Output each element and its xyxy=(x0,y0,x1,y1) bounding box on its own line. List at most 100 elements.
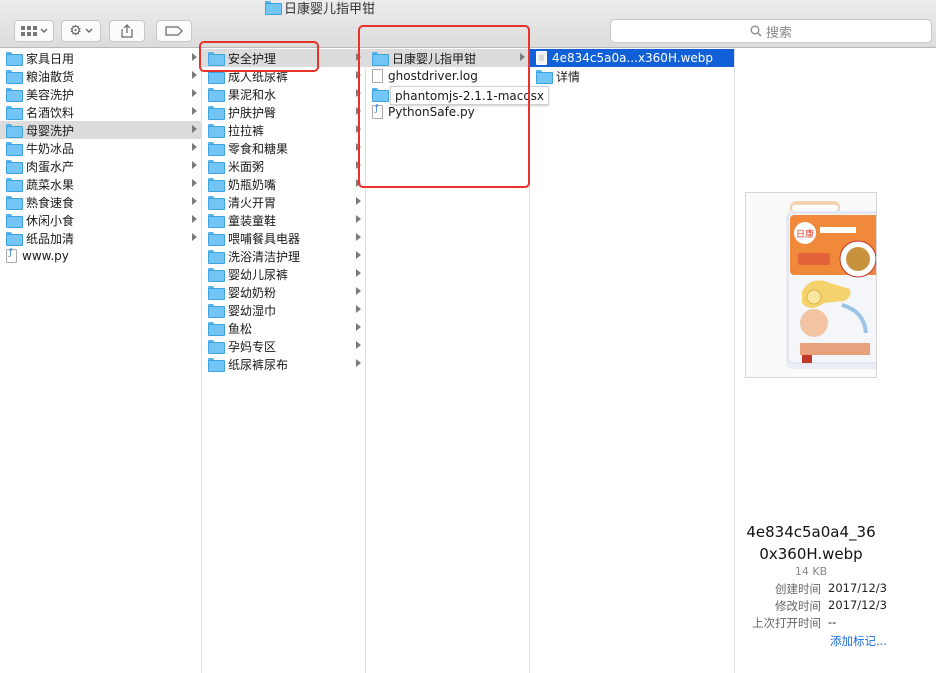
folder-row[interactable]: 牛奶冰品 xyxy=(0,139,201,157)
folder-row[interactable]: 家具日用 xyxy=(0,49,201,67)
disclosure-arrow-icon xyxy=(356,287,361,295)
meta-last-opened: 上次打开时间 -- xyxy=(745,615,935,631)
folder-row[interactable]: 鱼松 xyxy=(202,319,365,337)
folder-row[interactable]: 安全护理 xyxy=(202,49,365,67)
folder-row[interactable]: 婴幼湿巾 xyxy=(202,301,365,319)
item-label: 名酒饮料 xyxy=(26,105,75,120)
folder-row[interactable]: 婴幼儿尿裤 xyxy=(202,265,365,283)
disclosure-arrow-icon xyxy=(192,89,197,97)
disclosure-arrow-icon xyxy=(520,53,525,61)
tags-button[interactable] xyxy=(156,20,192,42)
meta-value: 2017/12/3 xyxy=(828,581,887,595)
file-row[interactable]: ghostdriver.log xyxy=(366,67,529,85)
disclosure-arrow-icon xyxy=(356,359,361,367)
folder-row[interactable]: 零食和糖果 xyxy=(202,139,365,157)
tag-icon xyxy=(165,26,183,36)
folder-row[interactable]: 美容洗护 xyxy=(0,85,201,103)
folder-icon xyxy=(6,88,23,102)
preview-thumbnail[interactable]: 日康 xyxy=(745,192,877,378)
disclosure-arrow-icon xyxy=(192,125,197,133)
file-row[interactable]: 4e834c5a0a...x360H.webp xyxy=(530,49,734,67)
item-label: 婴幼湿巾 xyxy=(228,303,277,318)
folder-row[interactable]: 成人纸尿裤 xyxy=(202,67,365,85)
folder-row[interactable]: 童装童鞋 xyxy=(202,211,365,229)
item-label: 果泥和水 xyxy=(228,87,277,102)
item-label: 详情 xyxy=(556,69,581,84)
item-label: 粮油散货 xyxy=(26,69,75,84)
folder-icon xyxy=(208,52,225,66)
folder-icon xyxy=(6,232,23,246)
item-label: 熟食速食 xyxy=(26,195,75,210)
item-label: 米面粥 xyxy=(228,159,265,174)
folder-icon xyxy=(208,340,225,354)
item-label: 拉拉裤 xyxy=(228,123,265,138)
folder-icon xyxy=(6,70,23,84)
folder-icon xyxy=(208,232,225,246)
disclosure-arrow-icon xyxy=(356,179,361,187)
folder-icon xyxy=(208,106,225,120)
folder-row[interactable]: 洗浴清洁护理 xyxy=(202,247,365,265)
folder-row[interactable]: 婴幼奶粉 xyxy=(202,283,365,301)
folder-row[interactable]: 休闲小食 xyxy=(0,211,201,229)
item-label: PythonSafe.py xyxy=(388,105,475,119)
column-folder-contents: 日康婴儿指甲钳ghostdriver.logphantomjs-2.1.1-ma… xyxy=(366,49,530,673)
preview-filename: 4e834c5a0a4_360x360H.webp xyxy=(746,523,876,563)
folder-icon xyxy=(208,304,225,318)
column-product-files: 4e834c5a0a...x360H.webp 详情 xyxy=(530,49,735,673)
folder-row[interactable]: 详情 xyxy=(530,67,734,85)
folder-row[interactable]: 奶瓶奶嘴 xyxy=(202,175,365,193)
folder-row[interactable]: 果泥和水 xyxy=(202,85,365,103)
folder-row[interactable]: 母婴洗护 xyxy=(0,121,201,139)
item-label: 蔬菜水果 xyxy=(26,177,75,192)
disclosure-arrow-icon xyxy=(356,143,361,151)
folder-row[interactable]: 肉蛋水产 xyxy=(0,157,201,175)
tooltip-text: phantomjs-2.1.1-macosx xyxy=(395,88,545,103)
python-file-icon xyxy=(6,248,17,263)
folder-row[interactable]: 喂哺餐具电器 xyxy=(202,229,365,247)
toolbar: 日康婴儿指甲钳 ⚙ 搜索 xyxy=(0,0,936,48)
disclosure-arrow-icon xyxy=(356,125,361,133)
item-label: 婴幼奶粉 xyxy=(228,285,277,300)
folder-row[interactable]: 粮油散货 xyxy=(0,67,201,85)
folder-row[interactable]: 拉拉裤 xyxy=(202,121,365,139)
folder-icon xyxy=(6,124,23,138)
share-button[interactable] xyxy=(109,20,145,42)
item-label: 休闲小食 xyxy=(26,213,75,228)
folder-icon xyxy=(6,178,23,192)
document-icon xyxy=(372,69,383,83)
view-mode-button[interactable] xyxy=(14,20,54,42)
folder-row[interactable]: 孕妈专区 xyxy=(202,337,365,355)
folder-icon xyxy=(208,286,225,300)
folder-row[interactable]: 纸品加清 xyxy=(0,229,201,247)
folder-row[interactable]: 护肤护臀 xyxy=(202,103,365,121)
folder-row[interactable]: 熟食速食 xyxy=(0,193,201,211)
folder-row[interactable]: 米面粥 xyxy=(202,157,365,175)
disclosure-arrow-icon xyxy=(192,197,197,205)
disclosure-arrow-icon xyxy=(356,251,361,259)
meta-key: 创建时间 xyxy=(775,582,821,596)
file-row[interactable]: PythonSafe.py xyxy=(366,103,529,121)
add-tags-link[interactable]: 添加标记... xyxy=(830,633,887,649)
disclosure-arrow-icon xyxy=(356,107,361,115)
search-icon xyxy=(750,25,762,37)
meta-modified: 修改时间 2017/12/3 xyxy=(745,598,935,614)
search-input[interactable]: 搜索 xyxy=(610,19,932,43)
disclosure-arrow-icon xyxy=(356,323,361,331)
folder-icon xyxy=(208,250,225,264)
folder-row[interactable]: 日康婴儿指甲钳 xyxy=(366,49,529,67)
folder-row[interactable]: 蔬菜水果 xyxy=(0,175,201,193)
folder-icon xyxy=(6,214,23,228)
disclosure-arrow-icon xyxy=(192,215,197,223)
columns-view-icon xyxy=(20,26,37,36)
action-menu-button[interactable]: ⚙ xyxy=(61,20,101,42)
item-label: 鱼松 xyxy=(228,321,253,336)
item-label: 母婴洗护 xyxy=(26,123,75,138)
disclosure-arrow-icon xyxy=(356,71,361,79)
folder-row[interactable]: 名酒饮料 xyxy=(0,103,201,121)
file-row[interactable]: www.py xyxy=(0,247,201,265)
folder-row[interactable]: 纸尿裤尿布 xyxy=(202,355,365,373)
folder-icon xyxy=(208,124,225,138)
item-label: 安全护理 xyxy=(228,51,277,66)
folder-row[interactable]: 清火开胃 xyxy=(202,193,365,211)
folder-icon xyxy=(6,106,23,120)
